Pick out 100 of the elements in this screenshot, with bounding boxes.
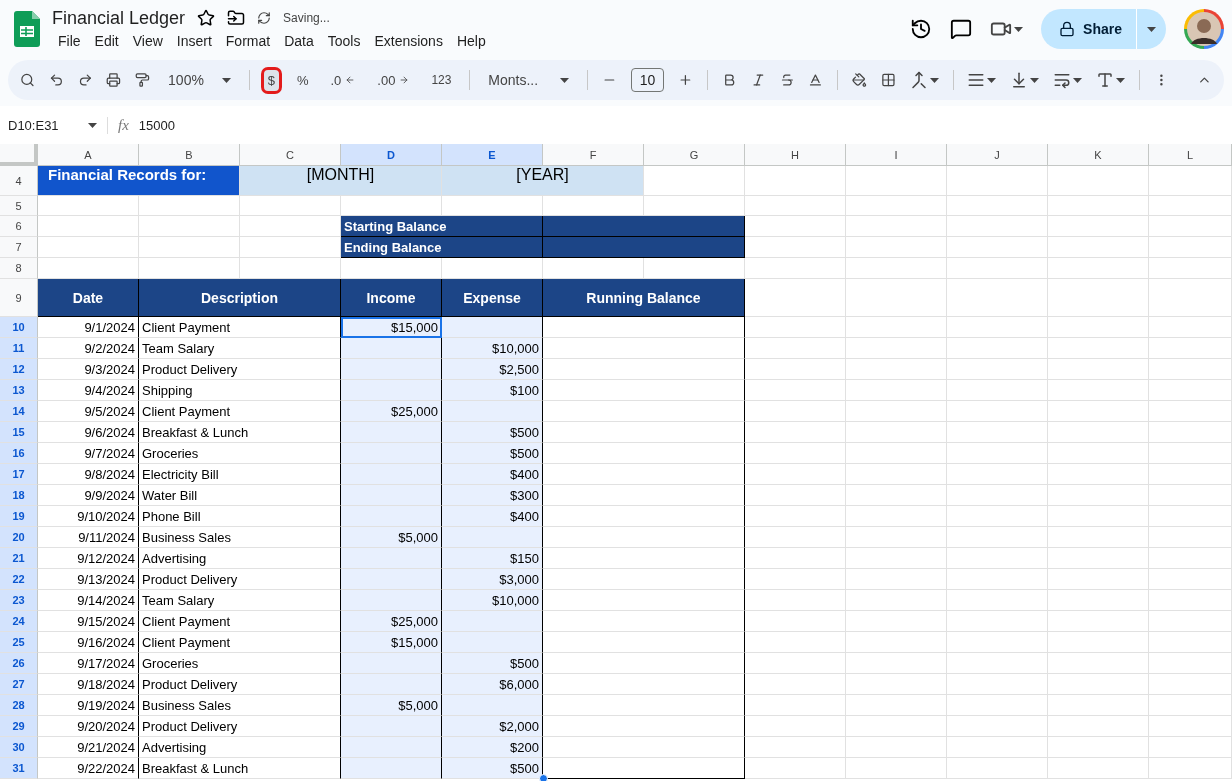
strikethrough-icon[interactable] xyxy=(779,71,795,89)
row-header[interactable]: 11 xyxy=(0,338,38,359)
table-cell: 9/3/2024 xyxy=(38,359,139,380)
column-header[interactable]: C xyxy=(240,144,341,166)
history-icon[interactable] xyxy=(910,18,933,40)
row-header[interactable]: 29 xyxy=(0,716,38,737)
row-header[interactable]: 6 xyxy=(0,216,38,237)
increase-decimal-button[interactable]: .00 xyxy=(373,69,414,91)
caret-icon xyxy=(929,77,939,83)
table-cell: 9/13/2024 xyxy=(38,569,139,590)
table-cell: 9/14/2024 xyxy=(38,590,139,611)
row-header[interactable]: 12 xyxy=(0,359,38,380)
rotate-button[interactable] xyxy=(1096,71,1126,89)
decrease-decimal-button[interactable]: .0 xyxy=(326,69,360,91)
table-cell: $3,000 xyxy=(442,569,543,590)
formula-field[interactable]: 15000 xyxy=(138,117,175,133)
column-header[interactable]: L xyxy=(1149,144,1232,166)
column-header[interactable]: A xyxy=(38,144,139,166)
redo-icon[interactable] xyxy=(77,71,93,89)
column-header[interactable]: G xyxy=(644,144,745,166)
table-cell: $100 xyxy=(442,380,543,401)
comment-icon[interactable] xyxy=(950,18,973,40)
percent-button[interactable]: % xyxy=(292,69,313,91)
avatar[interactable] xyxy=(1184,9,1224,49)
table-cell: 9/16/2024 xyxy=(38,632,139,653)
star-icon[interactable] xyxy=(197,9,216,27)
table-cell: Client Payment xyxy=(139,317,341,338)
column-header[interactable]: B xyxy=(139,144,240,166)
row-header[interactable]: 31 xyxy=(0,758,38,779)
row-header[interactable]: 19 xyxy=(0,506,38,527)
row-header[interactable]: 13 xyxy=(0,380,38,401)
share-button[interactable]: Share xyxy=(1041,9,1166,49)
column-header[interactable]: H xyxy=(745,144,846,166)
row-header[interactable]: 5 xyxy=(0,196,38,216)
row-header[interactable]: 20 xyxy=(0,527,38,548)
menu-item[interactable]: Format xyxy=(219,30,277,51)
column-header[interactable]: I xyxy=(846,144,947,166)
menu-item[interactable]: Tools xyxy=(321,30,367,51)
table-cell: Advertising xyxy=(139,737,341,758)
paint-format-icon[interactable] xyxy=(135,71,151,89)
row-header[interactable]: 15 xyxy=(0,422,38,443)
row-header[interactable]: 14 xyxy=(0,401,38,422)
row-header[interactable]: 8 xyxy=(0,258,38,279)
vertical-align-button[interactable] xyxy=(1010,71,1040,89)
row-header[interactable]: 9 xyxy=(0,279,38,317)
spreadsheet-logo[interactable] xyxy=(14,11,40,47)
row-header[interactable]: 7 xyxy=(0,237,38,258)
undo-icon[interactable] xyxy=(48,71,64,89)
arrow-right-icon xyxy=(399,75,410,85)
table-cell: $5,000 xyxy=(341,527,442,548)
row-header[interactable]: 24 xyxy=(0,611,38,632)
row-header[interactable]: 23 xyxy=(0,590,38,611)
row-header[interactable]: 4 xyxy=(0,166,38,196)
number-format-button[interactable]: 123 xyxy=(427,70,456,90)
row-header[interactable]: 30 xyxy=(0,737,38,758)
row-header[interactable]: 16 xyxy=(0,443,38,464)
column-header[interactable]: F xyxy=(543,144,644,166)
font-size-field[interactable]: 10 xyxy=(630,68,665,92)
fill-color-icon[interactable] xyxy=(852,71,867,89)
text-color-icon[interactable] xyxy=(808,71,824,89)
table-cell: $2,000 xyxy=(442,716,543,737)
column-header[interactable]: J xyxy=(947,144,1048,166)
borders-icon[interactable] xyxy=(880,71,896,89)
table-cell: 9/4/2024 xyxy=(38,380,139,401)
font-dropdown[interactable]: Monts... xyxy=(484,69,574,91)
menu-item[interactable]: Extensions xyxy=(368,30,449,51)
table-cell: $25,000 xyxy=(341,611,442,632)
row-header[interactable]: 21 xyxy=(0,548,38,569)
row-header[interactable]: 18 xyxy=(0,485,38,506)
search-icon[interactable] xyxy=(20,71,35,89)
name-box[interactable]: D10:E31 xyxy=(8,117,78,133)
row-header[interactable]: 10 xyxy=(0,317,38,338)
menu-item[interactable]: Insert xyxy=(170,30,218,51)
merge-button[interactable] xyxy=(909,71,939,89)
table-cell: $15,000 xyxy=(341,632,442,653)
column-header[interactable]: K xyxy=(1048,144,1149,166)
menu-item[interactable]: Help xyxy=(450,30,492,51)
save-status: Saving... xyxy=(283,11,330,25)
menu-item[interactable]: Data xyxy=(278,30,320,51)
row-header[interactable]: 27 xyxy=(0,674,38,695)
row-header[interactable]: 25 xyxy=(0,632,38,653)
row-header[interactable]: 22 xyxy=(0,569,38,590)
row-header[interactable]: 26 xyxy=(0,653,38,674)
menu-item[interactable]: View xyxy=(126,30,169,51)
menu-item[interactable]: File xyxy=(52,30,87,51)
row-header[interactable]: 28 xyxy=(0,695,38,716)
column-header[interactable]: D xyxy=(341,144,442,166)
column-header[interactable]: E xyxy=(442,144,543,166)
currency-button[interactable]: $ xyxy=(263,69,279,91)
zoom-dropdown[interactable]: 100% xyxy=(164,69,235,91)
folder-icon[interactable] xyxy=(227,9,246,27)
menu-item[interactable]: Edit xyxy=(88,30,125,51)
print-icon[interactable] xyxy=(106,71,122,89)
caret-icon xyxy=(1073,77,1083,83)
document-title[interactable]: Financial Ledger xyxy=(52,7,186,29)
row-header[interactable]: 17 xyxy=(0,464,38,485)
table-cell: Groceries xyxy=(139,653,341,674)
align-button[interactable] xyxy=(967,71,997,89)
fill-handle[interactable] xyxy=(539,774,548,781)
wrap-button[interactable] xyxy=(1053,71,1083,89)
